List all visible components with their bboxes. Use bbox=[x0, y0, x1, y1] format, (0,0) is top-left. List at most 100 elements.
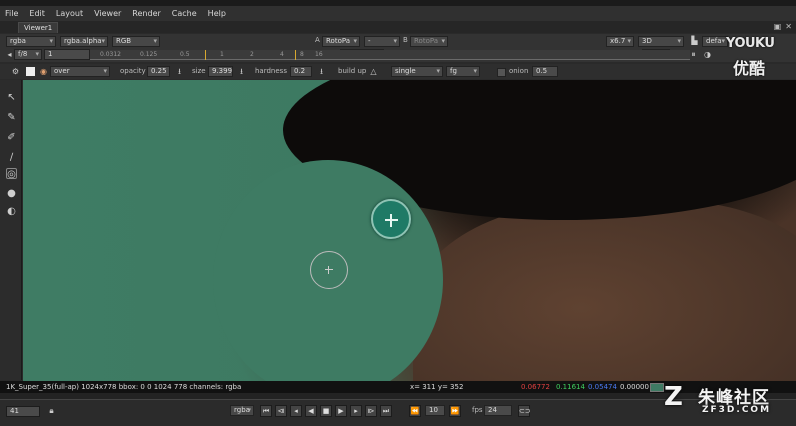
ruler-tick: 4 bbox=[280, 51, 284, 58]
brush-icon[interactable]: ✐ bbox=[6, 132, 17, 143]
hardness-field[interactable]: 0.2 bbox=[290, 66, 312, 77]
zf3d-logo-icon: Z bbox=[664, 382, 683, 412]
pressure-icon[interactable]: ⭳ bbox=[174, 66, 185, 77]
format-info: 1K_Super_35(full-ap) 1024x778 bbox: 0 0 … bbox=[6, 383, 242, 391]
compare-mode-dropdown[interactable]: - bbox=[364, 36, 400, 47]
view-mode-dropdown[interactable]: 3D bbox=[638, 36, 684, 47]
viewer-canvas[interactable] bbox=[23, 80, 796, 381]
size-pressure-icon[interactable]: ⭳ bbox=[236, 66, 247, 77]
ruler-tick: 0.0312 bbox=[100, 51, 121, 58]
pointer-icon[interactable]: ↖ bbox=[6, 92, 17, 103]
step-back-icon[interactable]: ◂ bbox=[290, 405, 302, 417]
onion-checkbox[interactable] bbox=[497, 68, 506, 77]
ruler-tick: 8 bbox=[300, 51, 304, 58]
onion-label: onion bbox=[509, 67, 529, 75]
tab-bar: Viewer1 ▣ ✕ bbox=[0, 21, 796, 33]
buildup-label: build up bbox=[338, 67, 367, 75]
tab-viewer1[interactable]: Viewer1 bbox=[18, 22, 59, 33]
input-a-dropdown[interactable]: RotoPa bbox=[322, 36, 360, 47]
size-field[interactable]: 9.399 bbox=[208, 66, 233, 77]
viewer-toolbar-1: rgba rgba.alpha RGB A RotoPa - B RotoPa … bbox=[0, 34, 796, 48]
eraser-icon[interactable]: ∕ bbox=[6, 152, 17, 163]
display-channel-dropdown[interactable]: RGB bbox=[112, 36, 160, 47]
blur-icon[interactable]: ● bbox=[6, 188, 17, 199]
zf3d-watermark: Z 朱峰社区 ZF3D.COM bbox=[658, 380, 796, 426]
onion-field[interactable]: 0.5 bbox=[532, 66, 558, 77]
menu-layout[interactable]: Layout bbox=[56, 9, 83, 18]
input-b-label: B bbox=[403, 36, 408, 44]
menu-viewer[interactable]: Viewer bbox=[94, 9, 121, 18]
pixel-red-value: 0.06772 bbox=[521, 383, 550, 391]
lifetime-dropdown[interactable]: single bbox=[391, 66, 443, 77]
skip-forward-icon[interactable]: ⏩ bbox=[449, 405, 461, 417]
input-b-dropdown[interactable]: RotoPa bbox=[410, 36, 448, 47]
ruler-marker bbox=[205, 50, 206, 60]
blend-mode-dropdown[interactable]: over bbox=[50, 66, 110, 77]
hardness-label: hardness bbox=[255, 67, 287, 75]
size-label: size bbox=[192, 67, 206, 75]
fstop-dropdown[interactable]: f/8 bbox=[14, 49, 42, 60]
ruler-tick: 16 bbox=[315, 51, 323, 58]
ruler-tick: 0.5 bbox=[180, 51, 190, 58]
color-swatch-icon[interactable] bbox=[26, 67, 35, 76]
pixel-alpha-value: 0.00000 bbox=[620, 383, 649, 391]
playback-mode-dropdown[interactable]: rgba bbox=[230, 405, 254, 416]
clone-icon[interactable]: ◎ bbox=[6, 168, 17, 180]
go-to-start-icon[interactable]: ⏮ bbox=[260, 405, 272, 417]
hardness-pressure-icon[interactable]: ⭳ bbox=[316, 66, 327, 77]
menu-cache[interactable]: Cache bbox=[172, 9, 197, 18]
skip-increment-field[interactable]: 10 bbox=[425, 405, 445, 416]
play-backward-icon[interactable]: ◀ bbox=[305, 405, 317, 417]
stop-icon[interactable]: ■ bbox=[320, 405, 332, 417]
zoom-dropdown[interactable]: x6.7 bbox=[606, 36, 634, 47]
tab-controls: ▣ ✕ bbox=[774, 22, 792, 31]
bezier-icon[interactable]: ✎ bbox=[6, 112, 17, 123]
pixel-blue-value: 0.05474 bbox=[588, 383, 617, 391]
ruler-tick: 2 bbox=[250, 51, 254, 58]
lut-icon[interactable]: ▙ bbox=[689, 35, 700, 46]
color-picker-icon[interactable]: ◉ bbox=[38, 66, 49, 77]
opacity-label: opacity bbox=[120, 67, 146, 75]
close-icon[interactable]: ✕ bbox=[785, 22, 792, 31]
roto-toolbar: ↖ ✎ ✐ ∕ ◎ ● ◐ bbox=[0, 80, 22, 380]
next-keyframe-icon[interactable]: ⧐ bbox=[365, 405, 377, 417]
go-to-end-icon[interactable]: ⏭ bbox=[380, 405, 392, 417]
loop-icon[interactable]: ⊂⊃ bbox=[518, 405, 531, 417]
fps-label: fps bbox=[472, 406, 483, 414]
menu-render[interactable]: Render bbox=[132, 9, 160, 18]
menu-bar: File Edit Layout Viewer Render Cache Hel… bbox=[0, 6, 796, 21]
gain-field[interactable]: 1 bbox=[44, 49, 90, 60]
menu-help[interactable]: Help bbox=[208, 9, 226, 18]
paint-toolbar: ⚙ ◉ over opacity 0.25 ⭳ size 9.399 ⭳ har… bbox=[0, 64, 796, 79]
target-dropdown[interactable]: fg bbox=[446, 66, 480, 77]
ruler-marker bbox=[295, 50, 296, 60]
opacity-field[interactable]: 0.25 bbox=[147, 66, 170, 77]
dodge-icon[interactable]: ◐ bbox=[6, 206, 17, 217]
pixel-green-value: 0.11614 bbox=[556, 383, 585, 391]
buildup-icon[interactable]: △ bbox=[368, 66, 379, 77]
fps-field[interactable]: 24 bbox=[484, 405, 512, 416]
input-a-label: A bbox=[315, 36, 320, 44]
ruler-tick: 1 bbox=[220, 51, 224, 58]
step-forward-icon[interactable]: ▸ bbox=[350, 405, 362, 417]
clone-source-cursor[interactable] bbox=[310, 251, 348, 289]
youku-watermark: YOUKU bbox=[726, 36, 775, 51]
alpha-channel-dropdown[interactable]: rgba.alpha bbox=[60, 36, 108, 47]
menu-edit[interactable]: Edit bbox=[29, 9, 45, 18]
skip-back-icon[interactable]: ⏪ bbox=[409, 405, 421, 417]
clone-brush-cursor bbox=[371, 199, 411, 239]
prev-keyframe-icon[interactable]: ⧏ bbox=[275, 405, 287, 417]
viewer-process-dropdown[interactable]: defa bbox=[702, 36, 728, 47]
current-frame-field[interactable]: 41 bbox=[6, 406, 40, 417]
lock-icon[interactable]: 🔒︎ bbox=[46, 405, 57, 416]
image-skin-region bbox=[413, 200, 796, 381]
channel-set-dropdown[interactable]: rgba bbox=[6, 36, 56, 47]
zf3d-watermark-url: ZF3D.COM bbox=[702, 405, 772, 415]
gain-ruler[interactable]: 0.0312 0.125 0.5 1 2 4 8 16 bbox=[90, 50, 690, 60]
settings-gear-icon[interactable]: ⚙ bbox=[10, 66, 21, 77]
menu-file[interactable]: File bbox=[5, 9, 18, 18]
input-process-icon[interactable]: ◑ bbox=[702, 49, 713, 60]
float-icon[interactable]: ▣ bbox=[774, 22, 782, 31]
play-forward-icon[interactable]: ▶ bbox=[335, 405, 347, 417]
youku-watermark-cn: 优酷 bbox=[733, 59, 766, 78]
